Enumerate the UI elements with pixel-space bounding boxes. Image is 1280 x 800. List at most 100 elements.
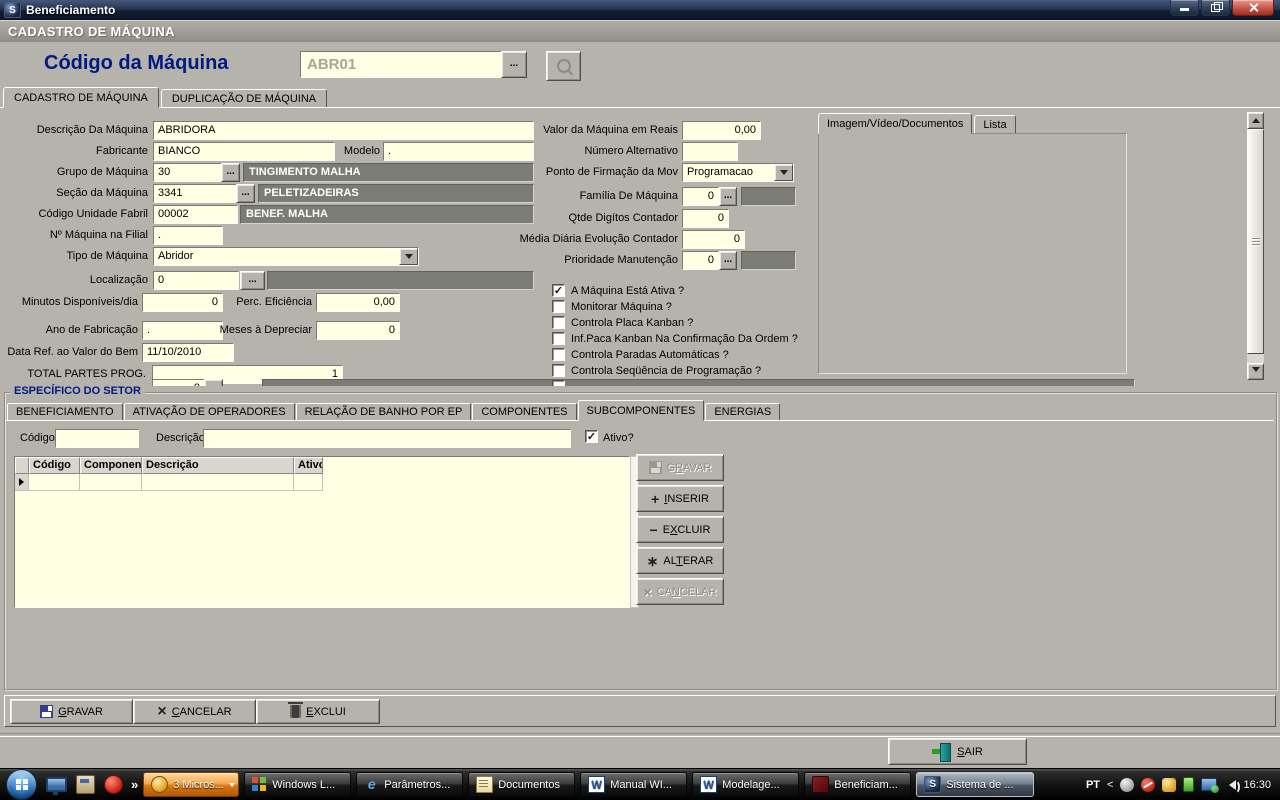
- clipped-checkbox[interactable]: [552, 380, 565, 386]
- cell-ativo[interactable]: [294, 474, 323, 491]
- tab-cadastro-de-maquina[interactable]: CADASTRO DE MÁQUINA: [3, 87, 159, 108]
- cell-codigo[interactable]: [29, 474, 80, 491]
- taskbar-button-documentos[interactable]: Documentos: [468, 772, 575, 797]
- machine-code-search-button[interactable]: [546, 51, 581, 81]
- minutos-input[interactable]: 0: [142, 293, 223, 312]
- valor-input[interactable]: 0,00: [682, 121, 761, 140]
- qtde-digitos-input[interactable]: 0: [682, 209, 729, 228]
- checkbox-placa-kanban[interactable]: [552, 316, 565, 329]
- tray-volume-icon[interactable]: [1224, 780, 1236, 790]
- tab-lista[interactable]: Lista: [974, 115, 1015, 134]
- grid-col-codigo[interactable]: Código: [29, 457, 80, 474]
- tipo-select[interactable]: Abridor: [153, 247, 419, 266]
- machine-code-browse-button[interactable]: ...: [501, 51, 527, 78]
- localizacao-input[interactable]: 0: [153, 271, 239, 290]
- checkbox-inf-paca-kanban[interactable]: [552, 332, 565, 345]
- clipped-extra-input[interactable]: 0: [152, 379, 205, 386]
- start-button[interactable]: [6, 769, 37, 800]
- prioridade-browse-button[interactable]: ...: [719, 251, 737, 270]
- checkbox-maquina-ativa-label[interactable]: A Máquina Está Ativa ?: [571, 285, 684, 297]
- checkbox-monitorar-label[interactable]: Monitorar Máquina ?: [571, 301, 672, 313]
- tab-subcomponentes[interactable]: SUBCOMPONENTES: [578, 400, 705, 421]
- clipped-browse-button[interactable]: ...: [204, 379, 223, 386]
- sub-codigo-input[interactable]: [55, 429, 139, 448]
- checkbox-sequencia-programacao-label[interactable]: Controla Seqüência de Programação ?: [571, 365, 761, 377]
- checkbox-placa-kanban-label[interactable]: Controla Placa Kanban ?: [571, 317, 693, 329]
- tray-antivirus-icon[interactable]: [1141, 778, 1155, 792]
- scroll-up-button[interactable]: [1247, 112, 1264, 129]
- prioridade-input[interactable]: 0: [682, 251, 719, 270]
- close-button[interactable]: [1232, 0, 1274, 16]
- taskbar-button-3-micros[interactable]: 3 Micros...: [143, 772, 239, 797]
- taskbar-button-windows-live[interactable]: Windows L...: [244, 772, 351, 797]
- unidade-input[interactable]: 00002: [153, 205, 238, 224]
- cell-componente[interactable]: [80, 474, 142, 491]
- tray-app-icon[interactable]: [1120, 778, 1134, 792]
- tab-componentes[interactable]: COMPONENTES: [472, 403, 576, 421]
- tray-network-icon[interactable]: [1201, 778, 1217, 791]
- form-scrollbar[interactable]: [1247, 112, 1264, 380]
- numero-alternativo-input[interactable]: [682, 142, 738, 161]
- checkbox-paradas-automaticas[interactable]: [552, 348, 565, 361]
- taskbar-button-beneficiamento[interactable]: Beneficiam...: [804, 772, 911, 797]
- grid-col-descricao[interactable]: Descrição: [142, 457, 294, 474]
- minimize-button[interactable]: [1170, 0, 1199, 16]
- restore-button[interactable]: [1201, 0, 1230, 16]
- scroll-down-button[interactable]: [1247, 363, 1264, 380]
- overflow-chevron-icon[interactable]: »: [131, 777, 138, 792]
- checkbox-sequencia-programacao[interactable]: [552, 364, 565, 377]
- grid-col-componente[interactable]: Componente: [80, 457, 142, 474]
- gravar-button[interactable]: GRAVAR: [10, 699, 133, 724]
- tab-beneficiamento[interactable]: BENEFICIAMENTO: [7, 403, 123, 421]
- familia-browse-button[interactable]: ...: [719, 187, 737, 206]
- tab-relacao-de-banho-por-ep[interactable]: RELAÇÃO DE BANHO POR EP: [296, 403, 472, 421]
- table-row[interactable]: [15, 474, 323, 491]
- tab-imagem-video-documentos[interactable]: Imagem/Vídeo/Documentos: [818, 113, 972, 134]
- localizacao-browse-button[interactable]: ...: [240, 271, 265, 290]
- taskbar-button-modelagem[interactable]: W Modelage...: [692, 772, 799, 797]
- ano-fabricacao-input[interactable]: .: [142, 321, 223, 340]
- media-diaria-input[interactable]: 0: [682, 230, 745, 249]
- sub-alterar-button[interactable]: ∗ ALTERAR: [636, 547, 724, 574]
- data-ref-input[interactable]: 11/10/2010: [142, 343, 234, 362]
- tab-ativacao-de-operadores[interactable]: ATIVAÇÃO DE OPERADORES: [124, 403, 295, 421]
- show-desktop-icon[interactable]: [46, 777, 67, 792]
- sub-ativo-label[interactable]: Ativo?: [603, 432, 634, 444]
- checkbox-paradas-automaticas-label[interactable]: Controla Paradas Automáticas ?: [571, 349, 729, 361]
- tab-duplicacao-de-maquina[interactable]: DUPLICAÇÃO DE MÁQUINA: [161, 89, 327, 108]
- cancelar-button[interactable]: × CANCELAR: [133, 699, 256, 724]
- sub-descricao-input[interactable]: [203, 429, 571, 448]
- taskbar-button-manual[interactable]: W Manual WI...: [580, 772, 687, 797]
- tab-energias[interactable]: ENERGIAS: [705, 403, 780, 421]
- exclui-button[interactable]: EXCLUI: [256, 699, 380, 724]
- ponto-firmacao-select[interactable]: Programacao: [682, 163, 794, 182]
- tray-scheduler-icon[interactable]: [1162, 778, 1176, 792]
- language-indicator[interactable]: PT: [1086, 779, 1100, 791]
- sub-inserir-button[interactable]: + INSERIR: [636, 485, 724, 512]
- tray-collapse-chevron-icon[interactable]: <: [1107, 779, 1113, 791]
- taskbar-button-parametros[interactable]: e Parâmetros...: [356, 772, 463, 797]
- quick-launch-app-icon[interactable]: [76, 775, 95, 794]
- checkbox-inf-paca-kanban-label[interactable]: Inf.Paca Kanban Na Confirmação Da Ordem …: [571, 333, 798, 345]
- fabricante-input[interactable]: BIANCO: [153, 142, 335, 161]
- checkbox-monitorar[interactable]: [552, 300, 565, 313]
- perc-eficiencia-input[interactable]: 0,00: [316, 293, 400, 312]
- tray-power-icon[interactable]: [1183, 777, 1194, 792]
- quick-launch-media-icon[interactable]: [104, 775, 123, 794]
- sair-button[interactable]: SAIR: [888, 738, 1027, 765]
- sub-ativo-checkbox[interactable]: [585, 430, 598, 443]
- sub-excluir-button[interactable]: − EXCLUIR: [636, 516, 724, 543]
- secao-input[interactable]: 3341: [153, 184, 237, 203]
- cell-descricao[interactable]: [142, 474, 294, 491]
- machine-code-input[interactable]: ABR01: [300, 51, 502, 78]
- grupo-browse-button[interactable]: ...: [221, 163, 240, 182]
- scrollbar-thumb[interactable]: [1247, 129, 1264, 354]
- meses-depreciar-input[interactable]: 0: [316, 321, 400, 340]
- num-filial-input[interactable]: .: [153, 226, 223, 245]
- familia-input[interactable]: 0: [682, 187, 719, 206]
- ponto-firmacao-dropdown-button[interactable]: [774, 164, 793, 181]
- grupo-input[interactable]: 30: [153, 163, 222, 182]
- grid-col-ativo[interactable]: Ativo: [294, 457, 323, 474]
- secao-browse-button[interactable]: ...: [236, 184, 255, 203]
- tipo-dropdown-button[interactable]: [399, 248, 418, 265]
